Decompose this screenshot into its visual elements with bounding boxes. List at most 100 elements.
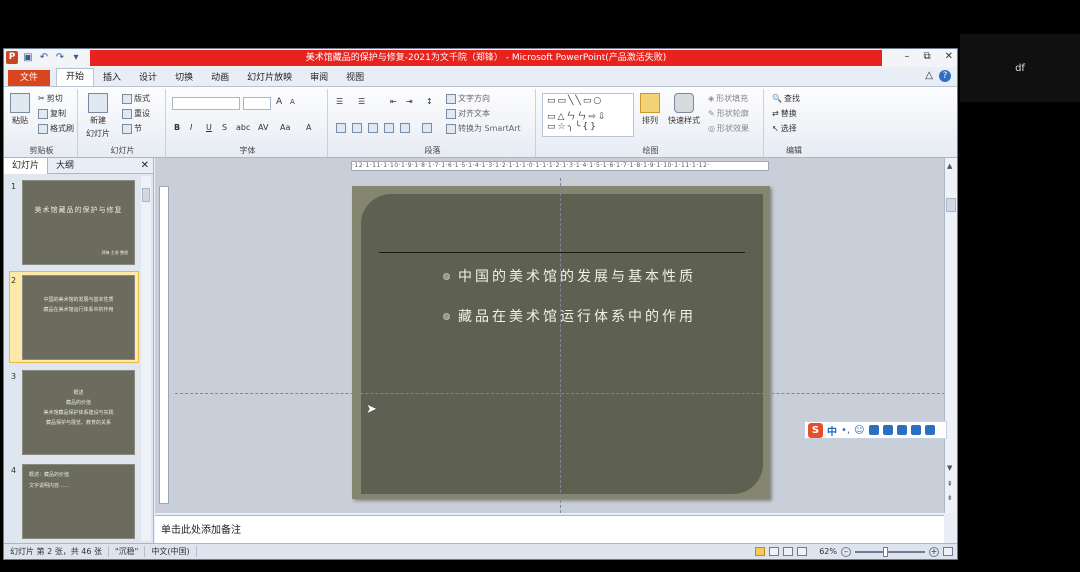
scroll-up-icon[interactable]: ▲ [947, 162, 952, 170]
layout-button[interactable]: 版式 [122, 93, 150, 104]
shape-outline-button[interactable]: ✎ 形状轮廓 [708, 108, 749, 119]
tab-slideshow[interactable]: 幻灯片放映 [238, 70, 301, 86]
line-spacing-button[interactable]: ↕ [426, 97, 433, 106]
close-button[interactable]: ✕ [945, 51, 953, 62]
next-slide-icon[interactable]: ⇟ [947, 494, 953, 502]
zoom-level[interactable]: 62% [819, 547, 837, 556]
powerpoint-app-icon[interactable]: P [6, 51, 18, 64]
slide-sorter-view-icon[interactable] [769, 547, 780, 556]
find-button[interactable]: 🔍 查找 [772, 93, 800, 104]
tab-design[interactable]: 设计 [130, 70, 166, 86]
shadow-button[interactable]: abc [236, 123, 250, 132]
normal-view-icon[interactable] [755, 547, 766, 556]
distributed-button[interactable] [400, 123, 410, 133]
strikethrough-button[interactable]: S [222, 123, 227, 132]
bullets-button[interactable]: ☰ [336, 97, 343, 106]
close-pane-icon[interactable]: ✕ [141, 160, 149, 171]
current-slide[interactable]: 中国的美术馆的发展与基本性质 藏品在美术馆运行体系中的作用 [352, 186, 770, 499]
shapes-gallery[interactable]: ▭▭╲╲▭○ ▭△ㄣㄣ⇨⇩ ▭☆╮╰{} [542, 93, 634, 137]
customize-qat-icon[interactable]: ▾ [70, 51, 82, 64]
slide-thumbnail-3[interactable]: 概述 藏品的价值 美术馆藏品保护体系建设与实践 藏品保护与展览、教育的关系 [22, 370, 135, 455]
bullet-item-1[interactable]: 中国的美术馆的发展与基本性质 [443, 266, 696, 286]
zoom-slider[interactable] [855, 546, 925, 557]
fit-to-window-icon[interactable] [943, 547, 953, 556]
select-button[interactable]: ↖ 选择 [772, 123, 797, 134]
toolbox-icon[interactable] [896, 425, 907, 435]
slide-pane-scroll-thumb[interactable] [142, 188, 150, 202]
tab-transitions[interactable]: 切换 [166, 70, 202, 86]
font-color-button[interactable]: A [306, 123, 311, 132]
replace-button[interactable]: ⇄ 替换 [772, 108, 797, 119]
tab-insert[interactable]: 插入 [94, 70, 130, 86]
zoom-out-icon[interactable]: – [841, 546, 851, 557]
keyboard-icon[interactable] [882, 425, 893, 435]
theme-status[interactable]: "沉稳" [109, 546, 146, 557]
editing-scroll-thumb[interactable] [946, 198, 956, 212]
change-case-button[interactable]: Aa [280, 123, 290, 132]
tab-file[interactable]: 文件 [8, 70, 51, 86]
smartart-button[interactable]: 转换为 SmartArt [446, 123, 521, 134]
format-painter-button[interactable]: 格式刷 [38, 123, 74, 134]
zoom-slider-knob[interactable] [883, 546, 888, 557]
restore-button[interactable]: ⧉ [923, 51, 930, 62]
char-spacing-button[interactable]: AV [258, 123, 268, 132]
shape-fill-button[interactable]: ◈ 形状填充 [708, 93, 748, 104]
grow-font-button[interactable]: A [276, 97, 282, 107]
undo-icon[interactable]: ↶ [38, 51, 50, 64]
notes-pane[interactable]: 单击此处添加备注 [155, 515, 944, 543]
align-left-button[interactable] [336, 123, 346, 133]
grid-menu-icon[interactable] [924, 425, 935, 435]
bold-button[interactable]: B [174, 123, 180, 132]
copy-button[interactable]: 复制 [38, 108, 66, 119]
previous-slide-icon[interactable]: ⇞ [947, 480, 953, 488]
quick-styles-button[interactable]: 快速样式 [668, 93, 700, 126]
increase-indent-button[interactable]: ⇥ [406, 97, 413, 106]
numbering-button[interactable]: ☰ [358, 97, 365, 106]
save-icon[interactable]: ▣ [22, 51, 34, 64]
shape-effects-button[interactable]: ◎ 形状效果 [708, 123, 749, 134]
zoom-in-icon[interactable]: + [929, 546, 939, 557]
font-size-dropdown[interactable] [243, 97, 271, 110]
minimize-ribbon-icon[interactable]: △ [925, 70, 933, 82]
underline-button[interactable]: U [206, 123, 212, 132]
tab-review[interactable]: 审阅 [301, 70, 337, 86]
scroll-down-icon[interactable]: ▼ [947, 464, 952, 472]
align-center-button[interactable] [352, 123, 362, 133]
emoji-icon[interactable]: ☺ [854, 425, 864, 436]
tab-home[interactable]: 开始 [56, 68, 95, 86]
reading-view-icon[interactable] [783, 547, 794, 556]
skin-icon[interactable] [910, 425, 921, 435]
slide-thumbnail-2[interactable]: 中国的美术馆的发展与基本性质 藏品在美术馆运行体系中的作用 [22, 275, 135, 360]
font-name-dropdown[interactable] [172, 97, 240, 110]
arrange-button[interactable]: 排列 [640, 93, 660, 126]
microphone-icon[interactable] [868, 425, 879, 435]
slide-pane-scrollbar[interactable] [141, 176, 151, 541]
slideshow-view-icon[interactable] [797, 547, 808, 556]
language-status[interactable]: 中文(中国) [145, 546, 197, 557]
new-slide-button[interactable]: 新建 幻灯片 [86, 93, 110, 139]
justify-button[interactable] [384, 123, 394, 133]
tab-slides[interactable]: 幻灯片 [4, 157, 49, 174]
cut-button[interactable]: ✂ 剪切 [38, 93, 63, 104]
columns-button[interactable] [422, 123, 432, 133]
section-button[interactable]: 节 [122, 123, 142, 134]
tab-animations[interactable]: 动画 [202, 70, 238, 86]
ime-language-toggle[interactable]: 中 [827, 423, 837, 438]
align-right-button[interactable] [368, 123, 378, 133]
bullet-item-2[interactable]: 藏品在美术馆运行体系中的作用 [443, 306, 696, 326]
decrease-indent-button[interactable]: ⇤ [390, 97, 397, 106]
italic-button[interactable]: I [190, 123, 192, 132]
paste-button[interactable]: 粘贴 [10, 93, 30, 126]
align-text-button[interactable]: 对齐文本 [446, 108, 490, 119]
editing-vertical-scrollbar[interactable]: ▲ ▼ ⇞ ⇟ [944, 158, 957, 513]
help-icon[interactable]: ? [939, 70, 951, 82]
text-direction-button[interactable]: 文字方向 [446, 93, 490, 104]
reset-button[interactable]: 重设 [122, 108, 150, 119]
slide-thumbnail-4[interactable]: 概述：藏品的价值 文字说明内容…… [22, 464, 135, 539]
redo-icon[interactable]: ↷ [54, 51, 66, 64]
tab-view[interactable]: 视图 [337, 70, 373, 86]
minimize-button[interactable]: – [904, 51, 909, 62]
tab-outline[interactable]: 大纲 [48, 158, 82, 174]
sogou-logo-icon[interactable]: S [808, 422, 823, 438]
shrink-font-button[interactable]: A [290, 98, 295, 106]
